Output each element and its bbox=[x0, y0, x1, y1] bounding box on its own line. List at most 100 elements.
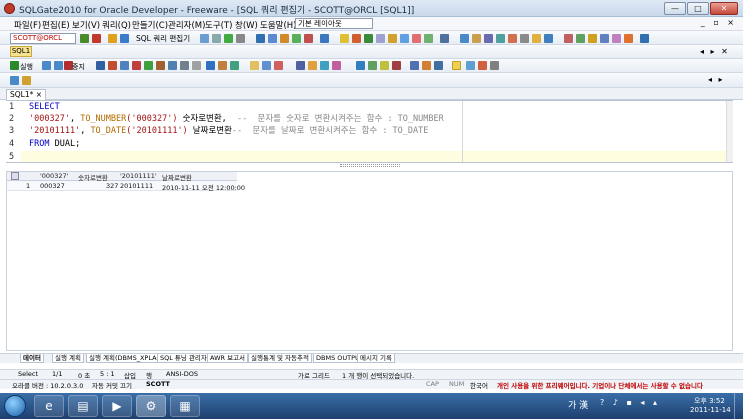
execute-button[interactable]: 실행 bbox=[20, 62, 33, 72]
tab-tuning[interactable]: SQL 튜닝 관리자 bbox=[157, 354, 210, 363]
column-header[interactable]: 날짜로변환 bbox=[162, 172, 192, 182]
menu-edit[interactable]: 편집(E) bbox=[42, 19, 70, 31]
app-taskbar-icon[interactable]: ▦ bbox=[170, 395, 200, 417]
bind-icon[interactable] bbox=[120, 61, 129, 70]
bookmark-icon[interactable] bbox=[250, 61, 259, 70]
editor-scrollbar[interactable] bbox=[726, 101, 733, 162]
text-icon[interactable] bbox=[308, 61, 317, 70]
ie-taskbar-icon[interactable]: e bbox=[34, 395, 64, 417]
session-icon[interactable] bbox=[352, 34, 361, 43]
lower-icon[interactable] bbox=[274, 61, 283, 70]
stats-icon[interactable] bbox=[424, 34, 433, 43]
wrap-icon[interactable] bbox=[422, 61, 431, 70]
tool7-icon[interactable] bbox=[640, 34, 649, 43]
maximize-button[interactable]: □ bbox=[687, 2, 709, 15]
uncomment-icon[interactable] bbox=[168, 61, 177, 70]
space-icon[interactable] bbox=[440, 34, 449, 43]
column-header[interactable]: '20101111' bbox=[120, 172, 157, 181]
grid-cell[interactable]: 327 bbox=[106, 182, 118, 191]
script-icon[interactable] bbox=[460, 34, 469, 43]
data-icon[interactable] bbox=[224, 34, 233, 43]
stop-button[interactable]: 중지 bbox=[72, 62, 85, 72]
disconnect-icon[interactable] bbox=[92, 34, 101, 43]
trace-sql-icon[interactable] bbox=[108, 61, 117, 70]
connect-icon[interactable] bbox=[80, 34, 89, 43]
column-header[interactable]: 숫자로변환 bbox=[78, 172, 108, 182]
show-desktop-button[interactable] bbox=[734, 393, 743, 419]
outdent-icon[interactable] bbox=[192, 61, 201, 70]
menu-create[interactable]: 만들기(C) bbox=[132, 19, 168, 31]
layout-icon[interactable] bbox=[268, 34, 277, 43]
tab-data[interactable]: 데이터 bbox=[20, 354, 44, 363]
format-icon[interactable] bbox=[144, 61, 153, 70]
menu-query[interactable]: 쿼리(Q) bbox=[102, 19, 131, 31]
table-icon[interactable] bbox=[200, 34, 209, 43]
close-all-icon[interactable] bbox=[478, 61, 487, 70]
export-icon[interactable] bbox=[292, 34, 301, 43]
editor-tab-nav[interactable]: ◂ ▸ bbox=[708, 75, 725, 84]
tool3-icon[interactable] bbox=[588, 34, 597, 43]
tool4-icon[interactable] bbox=[600, 34, 609, 43]
upper-icon[interactable] bbox=[262, 61, 271, 70]
highlight-icon[interactable] bbox=[452, 61, 461, 70]
tray-icons[interactable]: ? ♪ ▪ ◂ ▴ bbox=[600, 398, 660, 407]
grid-cell[interactable]: 000327 bbox=[40, 182, 65, 191]
mdi-controls[interactable]: _ ▫ × bbox=[701, 18, 737, 27]
print-icon[interactable] bbox=[392, 61, 401, 70]
tool1-icon[interactable] bbox=[564, 34, 573, 43]
clock-time[interactable]: 오후 3:52 bbox=[694, 396, 725, 406]
tool6-icon[interactable] bbox=[624, 34, 633, 43]
start-button[interactable] bbox=[4, 395, 26, 417]
tab-sql1[interactable]: SQL1 bbox=[10, 46, 32, 57]
split-icon[interactable] bbox=[332, 61, 341, 70]
tab-awr[interactable]: AWR 보고서 bbox=[207, 354, 249, 363]
grid-cell[interactable]: 20101111 bbox=[120, 182, 153, 191]
tab-messages[interactable]: 메시지 기록 bbox=[357, 354, 395, 363]
chart-icon[interactable] bbox=[320, 61, 329, 70]
tuning-icon[interactable] bbox=[496, 34, 505, 43]
tab-autotrace[interactable]: 실행통계 및 자동추적 bbox=[248, 354, 312, 363]
menu-window[interactable]: 창(W) bbox=[235, 19, 258, 31]
splitter-handle[interactable] bbox=[340, 164, 400, 167]
menu-view[interactable]: 보기(V) bbox=[72, 19, 100, 31]
lock-icon[interactable] bbox=[376, 34, 385, 43]
grid-icon[interactable] bbox=[296, 61, 305, 70]
result-grid[interactable] bbox=[6, 171, 733, 351]
tab-close-icon[interactable]: × bbox=[36, 90, 42, 99]
tab-new-icon[interactable] bbox=[10, 76, 19, 85]
ime-indicator[interactable]: 가 漢 bbox=[568, 398, 588, 411]
save-all-icon[interactable] bbox=[466, 61, 475, 70]
new-icon[interactable] bbox=[380, 61, 389, 70]
tab-sql1-document[interactable]: SQL1* × bbox=[6, 89, 46, 100]
awr-icon[interactable] bbox=[508, 34, 517, 43]
user-icon[interactable] bbox=[364, 34, 373, 43]
status-autocommit[interactable]: 자동 커밋 끄기 bbox=[92, 380, 132, 390]
menu-file[interactable]: 파일(F) bbox=[14, 19, 41, 31]
tab-xplan[interactable]: 실행 계획(DBMS_XPLAN) bbox=[86, 354, 167, 363]
save-icon[interactable] bbox=[356, 61, 365, 70]
sql-editor-button[interactable]: SQL 쿼리 편집기 bbox=[136, 33, 190, 44]
replace-icon[interactable] bbox=[218, 61, 227, 70]
search-icon[interactable] bbox=[206, 61, 215, 70]
connection-select[interactable]: SCOTT@ORCL bbox=[10, 33, 76, 44]
tab-nav[interactable]: ◂ ▸ ✕ bbox=[700, 47, 730, 56]
tab-plan[interactable]: 실행 계획 bbox=[52, 354, 84, 363]
layout-select[interactable]: 기본 레이아웃 bbox=[295, 18, 373, 29]
options-icon[interactable] bbox=[520, 34, 529, 43]
monitor-icon[interactable] bbox=[320, 34, 329, 43]
grid-cell[interactable]: 2010-11-11 오전 12:00:00 bbox=[162, 182, 245, 192]
menu-tools[interactable]: 도구(T) bbox=[205, 19, 232, 31]
clock-date[interactable]: 2011-11-14 bbox=[690, 406, 731, 414]
execute-step-icon[interactable] bbox=[54, 61, 63, 70]
explain-icon[interactable] bbox=[96, 61, 105, 70]
compare-icon[interactable] bbox=[236, 34, 245, 43]
import-icon[interactable] bbox=[304, 34, 313, 43]
media-taskbar-icon[interactable]: ▶ bbox=[102, 395, 132, 417]
folder-icon[interactable] bbox=[340, 34, 349, 43]
commit-icon[interactable] bbox=[108, 34, 117, 43]
trace-icon[interactable] bbox=[400, 34, 409, 43]
schema-icon[interactable] bbox=[212, 34, 221, 43]
key-icon[interactable] bbox=[388, 34, 397, 43]
help-icon[interactable] bbox=[544, 34, 553, 43]
minimize-button[interactable]: — bbox=[664, 2, 686, 15]
